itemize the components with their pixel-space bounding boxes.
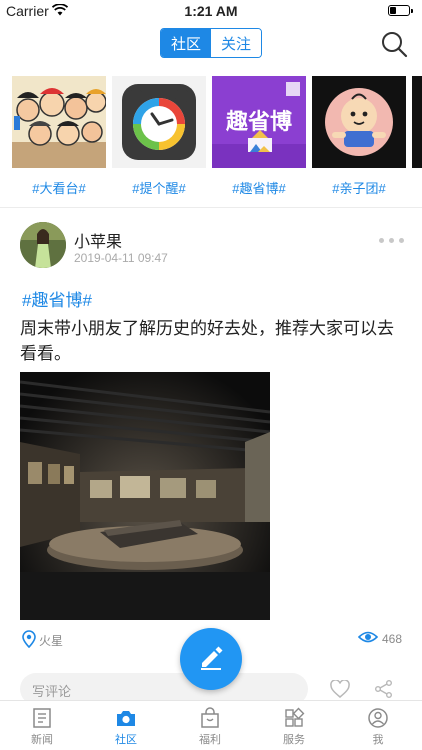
post-username[interactable]: 小苹果: [74, 228, 122, 252]
segment-control: 社区 关注: [160, 28, 262, 58]
section-divider: [0, 207, 422, 208]
tab-news[interactable]: 新闻: [12, 707, 72, 747]
views-count: 468: [381, 631, 402, 646]
camera-icon: [96, 707, 156, 729]
post-topic-tag[interactable]: #趣省博#: [22, 286, 92, 311]
tab-label: 社区: [115, 734, 137, 746]
tab-community[interactable]: 社区: [161, 29, 211, 57]
topic-label: #提个醒#: [132, 181, 186, 196]
topic-label: #大看台#: [32, 181, 86, 196]
grid-icon: [264, 707, 324, 729]
tab-services[interactable]: 服务: [264, 707, 324, 747]
post-timestamp: 2019-04-11 09:47: [74, 251, 168, 265]
topic-label: #趣省博#: [232, 181, 286, 196]
pencil-icon: [197, 643, 225, 676]
eye-icon: [357, 630, 379, 647]
topic-thumbnail-partial: [412, 76, 422, 168]
post-views: 468: [357, 630, 402, 647]
avatar[interactable]: [20, 222, 66, 268]
more-options-icon[interactable]: [379, 238, 404, 243]
topic-card[interactable]: #大看台#: [12, 76, 106, 197]
location-label: 火星: [39, 634, 64, 648]
post-location[interactable]: 火星: [22, 630, 63, 651]
post-image[interactable]: [20, 372, 270, 620]
topic-thumbnail-crowd: [12, 76, 106, 168]
nav-bar: 社区 关注: [0, 22, 422, 66]
comment-placeholder: 写评论: [32, 684, 72, 699]
gift-bag-icon: [180, 707, 240, 729]
topic-carousel: #大看台# #提个醒# 趣省博 #趣省博# #亲子团#: [0, 76, 422, 202]
topic-thumbnail-clock: [112, 76, 206, 168]
tab-label: 我: [372, 734, 384, 746]
tab-community-nav[interactable]: 社区: [96, 707, 156, 747]
topic-thumbnail-baby: [312, 76, 406, 168]
tab-welfare[interactable]: 福利: [180, 707, 240, 747]
tab-label: 服务: [283, 734, 305, 746]
topic-card-partial[interactable]: [412, 76, 422, 168]
battery-icon: [388, 5, 413, 16]
tab-bar: 新闻 社区 福利 服务 我: [0, 700, 422, 750]
status-bar: Carrier 1:21 AM: [0, 0, 422, 22]
compose-button[interactable]: [180, 628, 242, 690]
tab-label: 福利: [199, 734, 221, 746]
topic-card[interactable]: #亲子团#: [312, 76, 406, 197]
tab-following[interactable]: 关注: [211, 29, 261, 57]
search-icon[interactable]: [380, 30, 408, 58]
news-icon: [12, 707, 72, 729]
tab-me[interactable]: 我: [348, 707, 408, 747]
topic-card[interactable]: 趣省博 #趣省博#: [212, 76, 306, 197]
tab-label: 新闻: [31, 734, 53, 746]
location-pin-icon: [22, 630, 36, 651]
profile-icon: [348, 707, 408, 729]
post-text: 周末带小朋友了解历史的好去处，推荐大家可以去看看。: [20, 319, 394, 363]
topic-card[interactable]: #提个醒#: [112, 76, 206, 197]
topic-thumbnail-museum: 趣省博: [212, 76, 306, 168]
topic-label: #亲子团#: [332, 181, 386, 196]
topic-thumbnail-title: 趣省博: [225, 109, 292, 134]
clock: 1:21 AM: [184, 3, 238, 19]
